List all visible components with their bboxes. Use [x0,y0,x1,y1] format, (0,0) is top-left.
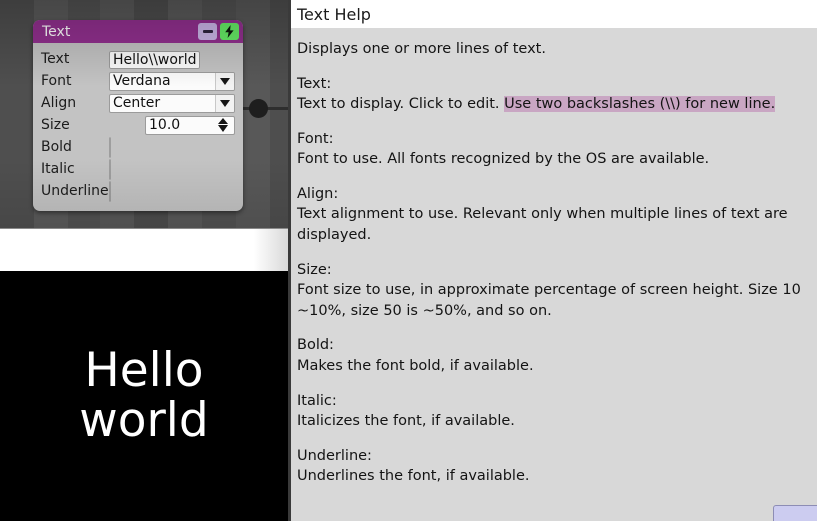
italic-checkbox[interactable] [109,158,111,180]
preview-line: world [79,393,209,448]
node-properties: Text Hello\\world Font Verdana Align Cen… [33,43,243,211]
help-section-text: Text to display. Click to edit. [297,96,505,113]
help-section-text: Font to use. All fonts recognized by the… [297,151,710,168]
help-section-term: Size: [297,261,332,278]
help-header: Text Help [291,0,817,28]
help-section: Underline: Underlines the font, if availa… [297,446,809,487]
help-section-description: Font size to use, in approximate percent… [297,280,809,321]
property-field-size: 10.0 [109,115,235,135]
property-field-italic [109,158,235,180]
property-row-italic: Italic [41,158,235,180]
size-stepper-value: 10.0 [149,116,181,133]
editor-left-column: Text Text Hello\\world Font Verdana Alig… [0,0,288,521]
property-label-font: Font [41,73,72,89]
help-title: Text Help [297,5,371,24]
ok-button[interactable] [773,505,817,521]
property-label-italic: Italic [41,161,75,177]
preview-line: Hello [84,343,204,399]
help-section-term: Text: [297,75,332,92]
node-titlebar[interactable]: Text [33,20,243,43]
triangle-up-glyph[interactable] [218,118,228,124]
help-section-description: Underlines the font, if available. [297,466,809,487]
chevron-down-icon[interactable] [215,72,234,90]
property-row-align: Align Center [41,92,235,114]
minimize-dash [202,30,213,33]
help-sections: Text: Text to display. Click to edit. Use… [297,74,809,487]
property-label-bold: Bold [41,139,72,155]
property-field-font: Verdana [109,71,235,91]
help-section-term: Underline: [297,447,372,464]
white-separator-strip [0,228,288,271]
help-section-description: Font to use. All fonts recognized by the… [297,149,809,170]
property-row-size: Size 10.0 [41,114,235,136]
help-section: Italic: Italicizes the font, if available… [297,391,809,432]
help-section-text: Underlines the font, if available. [297,468,530,485]
property-row-underline: Underline [41,180,235,202]
property-label-align: Align [41,95,77,111]
help-section-text: Makes the font bold, if available. [297,357,534,374]
help-highlight: Use two backslashes (\\) for new line. [504,96,776,113]
help-section-term: Align: [297,185,339,202]
bold-checkbox[interactable] [109,136,111,158]
node-output-port[interactable] [249,99,268,118]
help-section: Text: Text to display. Click to edit. Use… [297,74,809,115]
property-field-text: Hello\\world [109,49,235,69]
lightning-bolt-icon[interactable] [220,23,239,40]
node-graph-canvas[interactable]: Text Text Hello\\world Font Verdana Alig… [0,0,288,228]
property-row-text: Text Hello\\world [41,48,235,70]
stepper-arrows[interactable] [214,117,234,134]
text-input[interactable]: Hello\\world [109,51,201,69]
property-row-bold: Bold [41,136,235,158]
underline-checkbox[interactable] [109,180,111,202]
help-section-term: Font: [297,130,334,147]
help-section: Align: Text alignment to use. Relevant on… [297,184,809,246]
help-section-description: Makes the font bold, if available. [297,356,809,377]
help-section: Size: Font size to use, in approximate pe… [297,260,809,322]
help-panel: Text Help Displays one or more lines of … [288,0,817,521]
triangle-down-glyph [220,77,230,85]
property-label-size: Size [41,117,70,133]
minimize-icon[interactable] [198,23,217,40]
property-label-underline: Underline [41,183,109,199]
triangle-down-glyph [220,99,230,107]
font-select[interactable]: Verdana [109,71,235,91]
text-preview-area[interactable]: Hello world [0,271,288,521]
property-label-text: Text [41,51,70,67]
align-select[interactable]: Center [109,93,235,113]
help-section-term: Italic: [297,392,337,409]
help-section-term: Bold: [297,337,334,354]
help-section: Bold: Makes the font bold, if available. [297,335,809,376]
bolt-glyph [225,25,234,38]
help-section-description: Italicizes the font, if available. [297,411,809,432]
help-section-description: Text to display. Click to edit. Use two … [297,94,809,115]
help-body: Displays one or more lines of text. Text… [291,28,817,487]
font-select-value: Verdana [113,72,171,89]
property-field-bold [109,136,235,158]
help-section-text: Font size to use, in approximate percent… [297,282,801,319]
property-field-align: Center [109,93,235,113]
property-row-font: Font Verdana [41,70,235,92]
help-section: Font: Font to use. All fonts recognized b… [297,129,809,170]
help-section-text: Text alignment to use. Relevant only whe… [297,206,788,244]
help-section-description: Text alignment to use. Relevant only whe… [297,204,809,245]
triangle-down-glyph[interactable] [218,125,228,132]
property-field-underline [109,180,235,202]
help-section-text: Italicizes the font, if available. [297,413,515,430]
align-select-value: Center [113,94,161,111]
text-node-panel[interactable]: Text Text Hello\\world Font Verdana Alig… [33,20,243,211]
size-stepper[interactable]: 10.0 [145,115,235,135]
chevron-down-icon[interactable] [215,94,234,112]
help-intro: Displays one or more lines of text. [297,41,546,57]
node-title: Text [42,23,71,40]
